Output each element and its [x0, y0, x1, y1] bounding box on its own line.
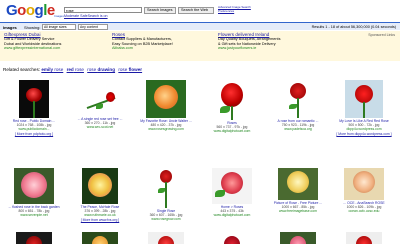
result-item	[2, 232, 66, 244]
result-url: www.freeimagebase.com	[279, 209, 317, 214]
related-search-link[interactable]: rose drawing	[87, 67, 115, 72]
more-from-link[interactable]: [ More from www.fvs.org ]	[68, 218, 132, 222]
result-thumbnail[interactable]	[16, 232, 52, 244]
google-logo[interactable]: Google	[6, 3, 55, 18]
result-thumbnail[interactable]	[344, 168, 384, 200]
result-thumbnail[interactable]	[146, 80, 186, 118]
sponsored-ads: Giftexpress Dubai Gift & Flower Delivery…	[0, 31, 400, 61]
result-thumbnail[interactable]	[82, 232, 118, 244]
result-url: www.rosesgrowing.com	[148, 127, 184, 132]
ad-url[interactable]: www.justyourflowers.ie	[218, 46, 318, 50]
result-item: ... A single red rose set free ... 360 x…	[68, 80, 132, 130]
result-url: www.wrc-scot.net	[86, 125, 114, 130]
content-select[interactable]: Any content	[78, 24, 108, 30]
result-url: ocean.ocfc.ucsc.edu	[348, 209, 380, 214]
result-item: Roses 560 x 737 - 97k - jpg www.digitalp…	[200, 80, 264, 134]
result-item: My Favorite Rose: Uncle Walter ... 480 x…	[134, 80, 198, 132]
result-item: ... OCE - AnaSearch ROSE 1000 x 826 - 10…	[332, 168, 396, 214]
size-select[interactable]: All image sizes	[42, 24, 76, 30]
safesearch-link[interactable]: Moderate SafeSearch is on	[64, 14, 108, 18]
search-input[interactable]	[64, 7, 142, 13]
images-label: Images	[3, 24, 17, 30]
related-search-link[interactable]: rose flower	[118, 67, 142, 72]
result-item: Picture of Rose - Free Picture ... 1000 …	[266, 168, 330, 214]
result-item	[68, 232, 132, 244]
results-toolbar: Images Showing: All image sizes Any cont…	[0, 22, 400, 30]
result-thumbnail[interactable]	[82, 168, 118, 204]
more-from-link[interactable]: [ More from pdphoto.org ]	[2, 132, 66, 136]
result-item	[134, 232, 198, 244]
result-item: ... flushed rose in the back garden 800 …	[2, 168, 66, 218]
showing-label: Showing:	[24, 24, 41, 30]
related-searches: Related searches: emily rose red rose ro…	[3, 67, 144, 72]
result-url: www.sevenpie.net	[20, 213, 48, 218]
ad-item: Giftexpress Dubai Gift & Flower Delivery…	[4, 32, 104, 51]
preferences-link[interactable]: Preferences	[218, 9, 251, 14]
result-thumbnail[interactable]	[19, 80, 49, 118]
related-label: Related searches:	[3, 67, 41, 72]
result-item: The Peace, McHale Rose 376 x 399 - 28k -…	[68, 168, 132, 222]
result-url: www.padelsca.org	[284, 127, 312, 132]
result-url: www.rosegrow.com	[151, 217, 181, 222]
result-url: www.digitalphotoart.com	[213, 213, 251, 218]
result-item: Single Rose 360 x 607 - 165k - jpg www.r…	[134, 168, 198, 222]
ad-url[interactable]: www.giftexpressinternational.com	[4, 46, 104, 50]
result-thumbnail[interactable]	[346, 232, 382, 244]
result-item	[266, 232, 330, 244]
result-thumbnail[interactable]	[148, 232, 184, 244]
result-item	[332, 232, 396, 244]
result-thumbnail[interactable]	[278, 168, 318, 200]
result-item: My Love Is Like A Red Red Rose 500 x 500…	[332, 80, 396, 136]
result-item	[200, 232, 264, 244]
result-thumbnail[interactable]	[280, 232, 316, 244]
logo-subtitle: Images	[54, 14, 64, 18]
result-thumbnail[interactable]	[283, 80, 313, 118]
result-item: A rose from our romantic ... 750 x 923 -…	[266, 80, 330, 132]
result-item: Red rose - Public Domain ... 1024 x 768 …	[2, 80, 66, 136]
result-url: www.digitalphotoart.com	[213, 129, 251, 134]
search-images-button[interactable]: Search Images	[144, 7, 176, 14]
ad-item: Roses Contact Suppliers & Manufacturers,…	[112, 32, 212, 51]
result-thumbnail[interactable]	[345, 80, 383, 118]
ad-item: Flowers delivered Ireland Day Quality Bo…	[218, 32, 318, 51]
search-web-button[interactable]: Search the Web	[178, 7, 214, 14]
result-thumbnail[interactable]	[216, 80, 248, 120]
sponsored-label: Sponsored Links	[368, 33, 395, 37]
results-count: Results 1 - 18 of about 56,300,000 (0.04…	[311, 24, 396, 29]
related-search-link[interactable]: red rose	[67, 67, 84, 72]
result-thumbnail[interactable]	[80, 86, 120, 116]
ad-url[interactable]: Alibaba.com	[112, 46, 212, 50]
result-thumbnail[interactable]	[155, 168, 177, 208]
result-thumbnail[interactable]	[214, 232, 250, 244]
result-thumbnail[interactable]	[212, 168, 252, 204]
result-thumbnail[interactable]	[14, 168, 54, 204]
header: Google Images Moderate SafeSearch is on …	[0, 0, 400, 22]
result-item: Home > Roses 443 x 375 - 43k www.digital…	[200, 168, 264, 218]
more-from-link[interactable]: [ More from dkpp4u.wordpress.com ]	[332, 132, 396, 136]
advanced-links: Advanced Image Search Preferences	[218, 5, 251, 14]
related-search-link[interactable]: emily rose	[41, 67, 63, 72]
